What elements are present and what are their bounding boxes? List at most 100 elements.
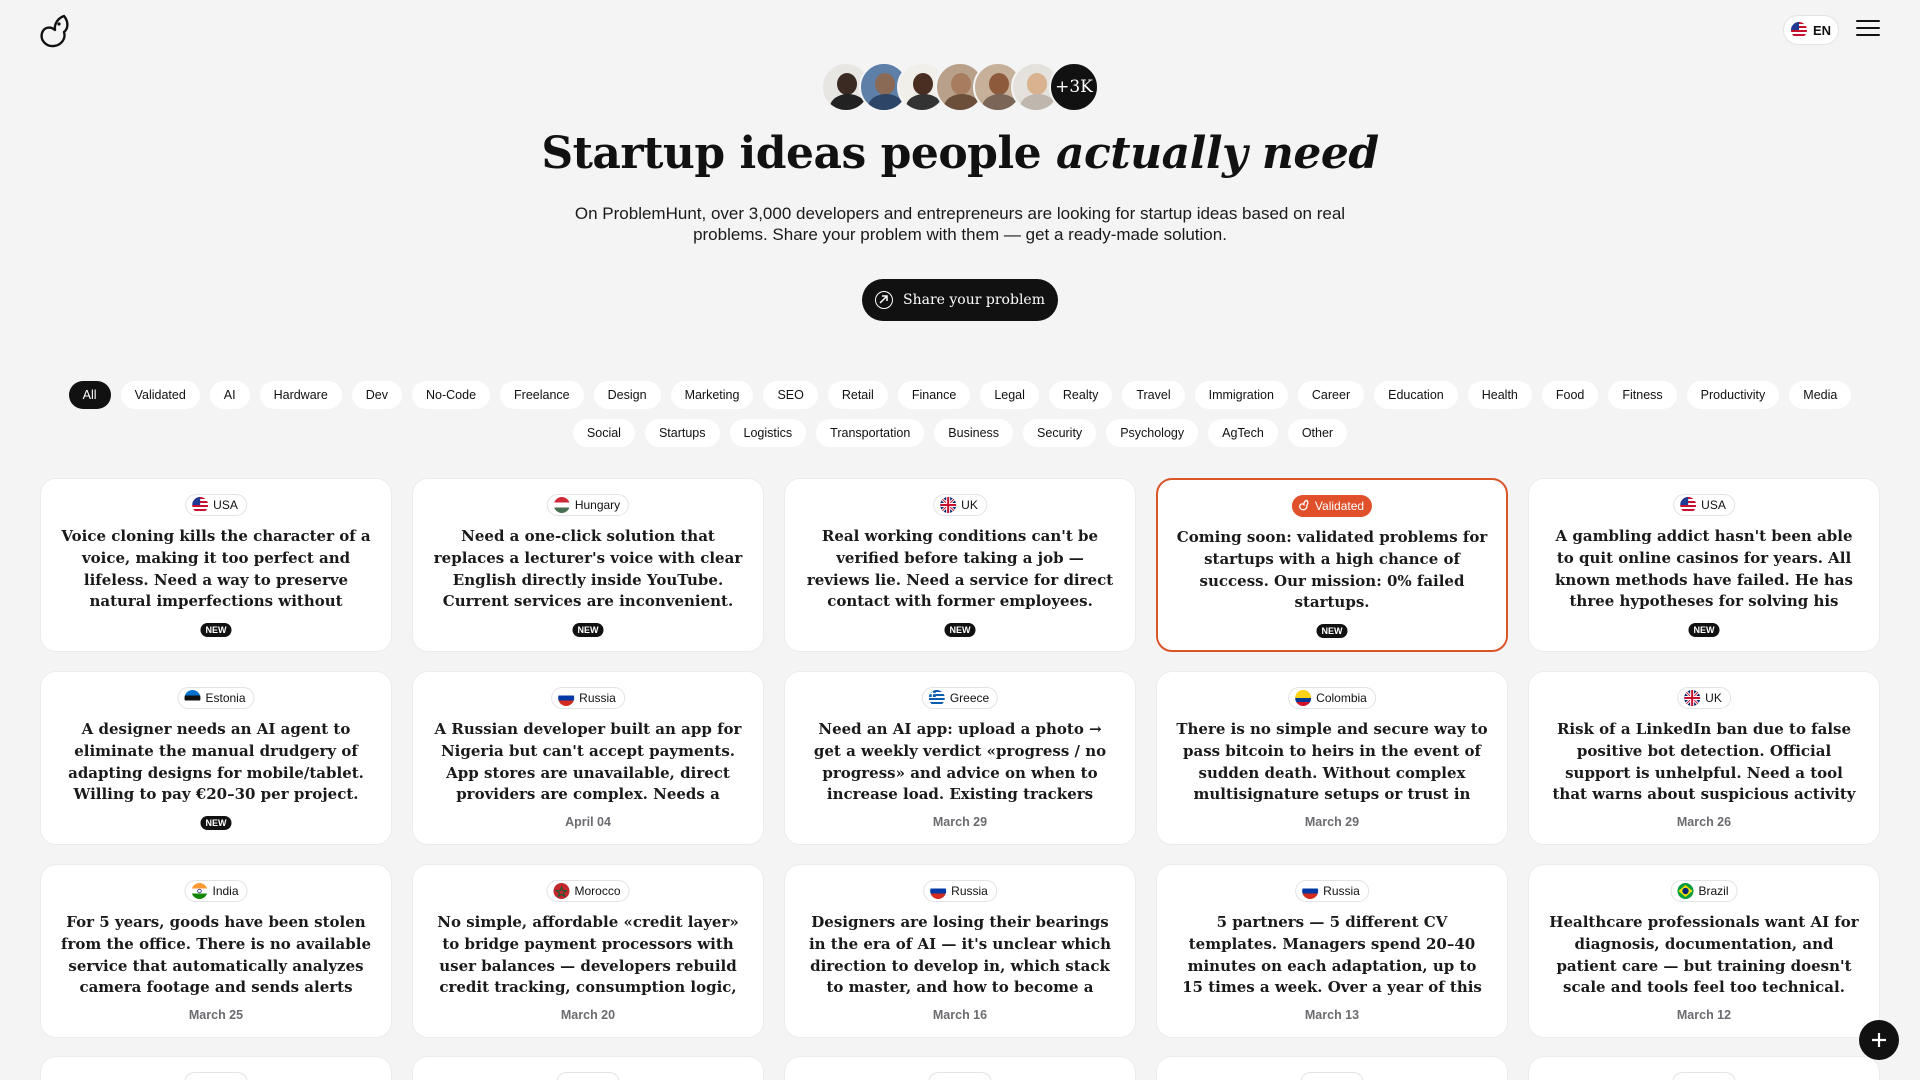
problem-text: A designer needs an AI agent to eliminat… [68, 720, 364, 804]
filter-chip-psychology[interactable]: Psychology [1106, 419, 1199, 447]
filter-chip-food[interactable]: Food [1541, 381, 1599, 409]
problem-card[interactable]: UK Real working conditions can't be verif… [784, 478, 1136, 652]
problem-text: A gambling addict hasn't been able to qu… [1555, 527, 1853, 611]
filter-chip-validated[interactable]: Validated [120, 381, 200, 409]
filter-chip-media[interactable]: Media [1789, 381, 1852, 409]
russia-flag-icon [558, 690, 575, 706]
filter-chip-marketing[interactable]: Marketing [670, 381, 754, 409]
problem-text: 5 partners — 5 different CV templates. M… [1182, 913, 1482, 997]
category-filters-row-1: All Validated AI Hardware Dev No-Code Freelanc… [40, 381, 1880, 409]
filter-chip-dev[interactable]: Dev [351, 381, 403, 409]
problem-card[interactable]: Colombia There is no simple and secure wa… [1156, 671, 1508, 845]
problem-card[interactable]: Russia Designers are losing their bearing… [784, 864, 1136, 1038]
filter-chip-finance[interactable]: Finance [897, 381, 971, 409]
post-date: March 29 [932, 815, 988, 829]
problem-card[interactable]: Morocco No simple, affordable «credit lay… [412, 864, 764, 1038]
filter-chip-legal[interactable]: Legal [980, 381, 1039, 409]
problem-card[interactable]: Estonia A designer needs an AI agent to e… [40, 671, 392, 845]
filter-chip-health[interactable]: Health [1467, 381, 1532, 409]
country-tag: USA [185, 494, 247, 516]
country-label: Validated [1314, 499, 1365, 513]
problem-card[interactable]: India For 5 years, goods have been stolen… [40, 864, 392, 1038]
country-label: Russia [1323, 884, 1360, 898]
post-date: March 29 [1304, 815, 1360, 829]
problem-card[interactable]: Greece Need an AI app: upload a photo → g… [784, 671, 1136, 845]
filter-chip-immigration[interactable]: Immigration [1194, 381, 1288, 409]
post-date: March 26 [1676, 815, 1732, 829]
country-label: India [212, 884, 239, 898]
page-title: Startup ideas people actually need [541, 128, 1379, 179]
country-label: USA [213, 498, 238, 512]
problem-card[interactable] [1156, 1056, 1508, 1080]
filter-chip-seo[interactable]: SEO [763, 381, 818, 409]
filter-chip-other[interactable]: Other [1287, 419, 1348, 447]
country-tag: Hungary [546, 494, 630, 516]
greece-flag-icon [928, 690, 945, 706]
problem-card[interactable]: Brazil Healthcare professionals want AI f… [1528, 864, 1880, 1038]
filter-chip-ai[interactable]: AI [209, 381, 250, 409]
filter-chip-business[interactable]: Business [934, 419, 1014, 447]
page-subtitle: On ProblemHunt, over 3,000 developers an… [574, 204, 1346, 244]
filter-chip-agtech[interactable]: AgTech [1208, 419, 1278, 447]
country-tag: UK [1677, 687, 1731, 709]
problem-card[interactable] [412, 1056, 764, 1080]
post-date: March 25 [188, 1008, 244, 1022]
filter-chip-freelance[interactable]: Freelance [500, 381, 584, 409]
country-label: Russia [579, 691, 616, 705]
menu-icon[interactable] [1856, 20, 1880, 40]
country-tag: Russia [1295, 880, 1369, 902]
plus-icon [1872, 1033, 1886, 1047]
problem-text: No simple, affordable «credit layer» to … [437, 913, 739, 997]
filter-chip-travel[interactable]: Travel [1122, 381, 1185, 409]
category-filters-row-2: Social Startups Logistics Transportation Bus… [40, 419, 1880, 447]
country-tag: Greece [921, 687, 999, 709]
country-label: Russia [951, 884, 988, 898]
filter-chip-career[interactable]: Career [1297, 381, 1365, 409]
colombia-flag-icon [1295, 690, 1312, 706]
problem-card[interactable]: UK Risk of a LinkedIn ban due to false po… [1528, 671, 1880, 845]
filter-chip-logistics[interactable]: Logistics [729, 419, 807, 447]
filter-chip-startups[interactable]: Startups [644, 419, 720, 447]
avatar-more-count: +3K [1049, 62, 1099, 112]
problem-text: Designers are losing their bearings in t… [808, 913, 1112, 997]
estonia-flag-icon [184, 690, 201, 706]
problem-text: For 5 years, goods have been stolen from… [61, 913, 371, 997]
new-badge: NEW [1688, 623, 1720, 637]
filter-chip-security[interactable]: Security [1023, 419, 1097, 447]
filter-chip-realty[interactable]: Realty [1048, 381, 1113, 409]
problem-text: Coming soon: validated problems for star… [1176, 528, 1488, 612]
filter-chip-all[interactable]: All [68, 381, 111, 409]
problem-card[interactable] [1528, 1056, 1880, 1080]
problem-card[interactable] [784, 1056, 1136, 1080]
add-problem-button[interactable] [1859, 1020, 1899, 1060]
filter-chip-hardware[interactable]: Hardware [259, 381, 342, 409]
country-label: USA [1701, 498, 1726, 512]
problem-card[interactable]: Russia A Russian developer built an app f… [412, 671, 764, 845]
logo-icon[interactable] [38, 12, 72, 50]
problem-card[interactable]: Hungary Need a one-click solution that re… [412, 478, 764, 652]
india-flag-icon [191, 883, 208, 899]
problem-card[interactable]: USA A gambling addict hasn't been able to… [1528, 478, 1880, 652]
usa-flag-icon [1680, 497, 1697, 513]
problem-card[interactable]: USA Voice cloning kills the character of … [40, 478, 392, 652]
problem-card[interactable] [40, 1056, 392, 1080]
filter-chip-education[interactable]: Education [1374, 381, 1458, 409]
filter-chip-productivity[interactable]: Productivity [1686, 381, 1780, 409]
filter-chip-fitness[interactable]: Fitness [1608, 381, 1677, 409]
filter-chip-transportation[interactable]: Transportation [816, 419, 925, 447]
problem-text: Need an AI app: upload a photo → get a w… [813, 720, 1107, 804]
problem-text: Real working conditions can't be verifie… [806, 527, 1114, 611]
language-switcher[interactable]: EN [1783, 15, 1839, 45]
share-problem-button[interactable]: Share your problem [862, 279, 1058, 321]
morocco-flag-icon [553, 883, 570, 899]
filter-chip-retail[interactable]: Retail [827, 381, 888, 409]
usa-flag-icon [192, 497, 209, 513]
validated-info-card[interactable]: Validated Coming soon: validated problems… [1156, 478, 1508, 652]
filter-chip-social[interactable]: Social [572, 419, 635, 447]
filter-chip-design[interactable]: Design [593, 381, 661, 409]
problem-card[interactable]: Russia 5 partners — 5 different CV templa… [1156, 864, 1508, 1038]
new-badge: NEW [944, 623, 976, 637]
country-tag: UK [933, 494, 987, 516]
brazil-flag-icon [1677, 883, 1694, 899]
filter-chip-no-code[interactable]: No-Code [412, 381, 491, 409]
